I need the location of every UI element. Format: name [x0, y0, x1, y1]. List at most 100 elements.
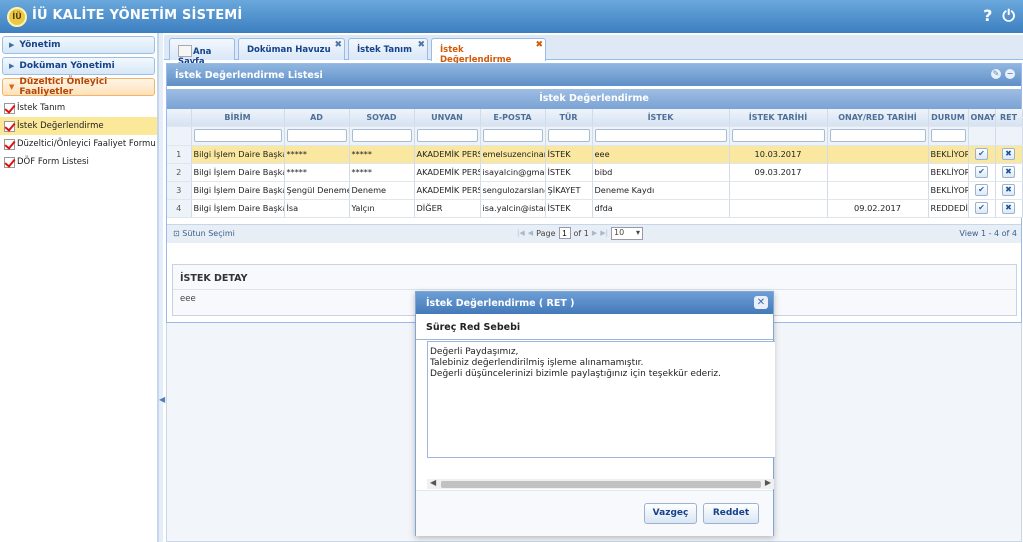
sidebar-section-dokuman-yonetimi[interactable]: ▶ Doküman Yönetimi	[2, 57, 155, 75]
cell-durum: BEKLİYOR	[928, 181, 969, 200]
column-header-onay-red-tarihi[interactable]: ONAY/RED TARİHİ	[827, 109, 929, 127]
reject-row-button[interactable]: ✖	[1002, 166, 1015, 178]
scrollbar-thumb[interactable]	[441, 481, 761, 488]
cell-ad: *****	[284, 163, 350, 182]
sidebar-splitter[interactable]	[158, 33, 163, 542]
sidebar-item-dof-formu[interactable]: Düzeltici/Önleyici Faaliyet Formu	[0, 135, 157, 153]
reason-textarea[interactable]: Değerli Paydaşımız, Talebiniz değerlendi…	[427, 341, 775, 458]
app-title: İÜ KALİTE YÖNETİM SİSTEMİ	[32, 8, 243, 23]
tab-dokuman-havuzu[interactable]: Doküman Havuzu ✖	[238, 38, 345, 60]
cell-unvan: AKADEMİK PERSONEL	[414, 163, 481, 182]
request-grid: BİRİM AD SOYAD UNVAN E-POSTA TÜR İSTEK İ…	[167, 109, 1023, 218]
page-number-input[interactable]	[558, 227, 571, 239]
close-icon[interactable]: ✖	[535, 40, 543, 50]
cell-n: 2	[167, 163, 192, 182]
cell-onay-tarihi	[827, 145, 929, 164]
scroll-right-icon[interactable]: ▶	[765, 478, 771, 487]
column-header-tur[interactable]: TÜR	[545, 109, 593, 127]
sidebar-item-istek-degerlendirme[interactable]: İstek Değerlendirme	[0, 117, 157, 135]
grid-title: İstek Değerlendirme	[167, 89, 1021, 109]
reason-label: Süreç Red Sebebi	[416, 314, 773, 340]
close-icon[interactable]: ✕	[754, 296, 768, 309]
cancel-button[interactable]: Vazgeç	[644, 503, 697, 524]
filter-cell	[995, 126, 1023, 146]
column-header-ret[interactable]: RET	[995, 109, 1023, 127]
tab-bar: Ana Sayfa Doküman Havuzu ✖ İstek Tanım ✖…	[164, 35, 1023, 67]
cell-istek: Deneme Kaydı	[592, 181, 730, 200]
sidebar-item-istek-tanim[interactable]: İstek Tanım	[0, 99, 157, 117]
filter-unvan-input[interactable]	[416, 129, 478, 142]
panel-title: İstek Değerlendirme Listesi	[175, 70, 323, 81]
column-header-eposta[interactable]: E-POSTA	[480, 109, 546, 127]
filter-ad-input[interactable]	[286, 129, 347, 142]
collapse-arrow-icon[interactable]: ◀	[159, 395, 165, 404]
column-header-istek[interactable]: İSTEK	[592, 109, 730, 127]
reject-row-button[interactable]: ✖	[1002, 184, 1015, 196]
cell-unvan: DİĞER	[414, 199, 481, 218]
table-row[interactable]: 2Bilgi İşlem Daire Başkanlığı**********A…	[167, 163, 1023, 182]
sidebar-section-dof[interactable]: ▼ Düzeltici Önleyici Faaliyetler	[2, 77, 155, 97]
cell-istek-tarihi: 09.03.2017	[729, 163, 828, 182]
power-icon[interactable]: ⏻	[1002, 6, 1015, 26]
approve-button[interactable]: ✔	[975, 148, 988, 160]
table-row[interactable]: 4Bilgi İşlem Daire BaşkanlığıİsaYalçınDİ…	[167, 199, 1023, 218]
column-chooser-link[interactable]: ⊡ Sütun Seçimi	[173, 229, 235, 238]
checkmark-icon	[4, 138, 15, 150]
cell-n: 3	[167, 181, 192, 200]
sidebar: ▶ Yönetim ▶ Doküman Yönetimi ▼ Düzeltici…	[0, 33, 158, 542]
scroll-left-icon[interactable]: ◀	[430, 478, 436, 487]
sidebar-item-dof-listesi[interactable]: DÖF Form Listesi	[0, 153, 157, 171]
tab-ana-sayfa[interactable]: Ana Sayfa	[169, 38, 235, 67]
filter-eposta-input[interactable]	[482, 129, 543, 142]
column-header-birim[interactable]: BİRİM	[191, 109, 285, 127]
app-header: İÜ İÜ KALİTE YÖNETİM SİSTEMİ ? ⏻	[0, 0, 1023, 33]
close-icon[interactable]: ✖	[417, 40, 425, 50]
collapse-icon[interactable]: −	[1005, 69, 1015, 79]
filter-onay-tarihi-input[interactable]	[829, 129, 926, 142]
cell-n: 4	[167, 199, 192, 218]
column-header-durum[interactable]: DURUM	[928, 109, 969, 127]
cell-onay-tarihi	[827, 181, 929, 200]
approve-button[interactable]: ✔	[975, 166, 988, 178]
last-page-icon[interactable]: ▶|	[600, 229, 608, 237]
sidebar-item-label: DÖF Form Listesi	[17, 157, 89, 167]
table-row[interactable]: 3Bilgi İşlem Daire BaşkanlığıŞengül Dene…	[167, 181, 1023, 200]
reject-row-button[interactable]: ✖	[1002, 148, 1015, 160]
next-page-icon[interactable]: ▶	[592, 229, 597, 237]
close-icon[interactable]: ✖	[334, 40, 342, 50]
checkmark-icon	[4, 102, 15, 114]
dialog-footer: Vazgeç Reddet	[416, 490, 773, 536]
help-icon[interactable]: ?	[983, 6, 992, 26]
filter-istek-input[interactable]	[594, 129, 727, 142]
filter-durum-input[interactable]	[930, 129, 966, 142]
sidebar-section-label: Düzeltici Önleyici Faaliyetler	[19, 77, 108, 97]
cell-unvan: AKADEMİK PERSONEL	[414, 181, 481, 200]
wrench-icon[interactable]: ✎	[991, 69, 1001, 79]
filter-tur-input[interactable]	[547, 129, 590, 142]
reject-button[interactable]: Reddet	[703, 503, 759, 524]
filter-istek-tarihi-input[interactable]	[731, 129, 825, 142]
tab-istek-degerlendirme[interactable]: İstek Değerlendirme ✖	[431, 38, 546, 65]
page-size-select[interactable]: 10	[611, 226, 643, 240]
cell-soyad: *****	[349, 145, 415, 164]
prev-page-icon[interactable]: ◀	[528, 229, 533, 237]
tab-istek-tanim[interactable]: İstek Tanım ✖	[348, 38, 428, 60]
column-header-soyad[interactable]: SOYAD	[349, 109, 415, 127]
column-header-istek-tarihi[interactable]: İSTEK TARİHİ	[729, 109, 828, 127]
cell-istek-tarihi: 10.03.2017	[729, 145, 828, 164]
column-header-unvan[interactable]: UNVAN	[414, 109, 481, 127]
filter-birim-input[interactable]	[193, 129, 282, 142]
approve-button[interactable]: ✔	[975, 202, 988, 214]
filter-soyad-input[interactable]	[351, 129, 412, 142]
first-page-icon[interactable]: |◀	[517, 229, 525, 237]
approve-button[interactable]: ✔	[975, 184, 988, 196]
reject-dialog: İstek Değerlendirme ( RET ) ✕ Süreç Red …	[415, 291, 775, 536]
sidebar-section-label: Yönetim	[19, 40, 61, 50]
sidebar-section-yonetim[interactable]: ▶ Yönetim	[2, 36, 155, 54]
horizontal-scrollbar[interactable]: ◀ ▶	[427, 478, 774, 489]
column-header-onay[interactable]: ONAY	[968, 109, 996, 127]
column-header-ad[interactable]: AD	[284, 109, 350, 127]
caret-down-icon: ▼	[9, 83, 15, 91]
reject-row-button[interactable]: ✖	[1002, 202, 1015, 214]
table-row[interactable]: 1Bilgi İşlem Daire Başkanlığı**********A…	[167, 145, 1023, 164]
